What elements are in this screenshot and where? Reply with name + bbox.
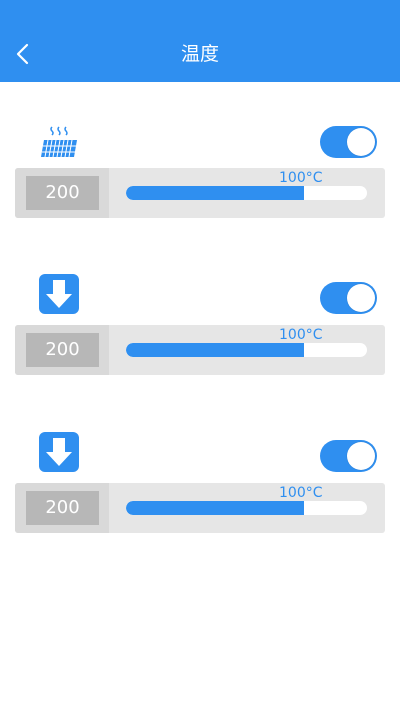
app-header: 温度: [0, 0, 400, 82]
slider-value-label: 100°C: [279, 170, 323, 186]
value-input[interactable]: 200: [26, 491, 99, 525]
temperature-slider[interactable]: [126, 343, 367, 357]
slider-fill: [126, 343, 305, 357]
temperature-panel-2: 200 100°C: [15, 325, 385, 375]
toggle-knob: [347, 128, 375, 156]
slider-fill: [126, 501, 305, 515]
value-area: 200: [15, 325, 109, 375]
slider-value-label: 100°C: [279, 485, 323, 501]
value-area: 200: [15, 483, 109, 533]
temperature-row-1: 200 100°C: [0, 124, 400, 234]
temperature-slider[interactable]: [126, 186, 367, 200]
temperature-row-2: 200 100°C: [0, 274, 400, 384]
page-title: 温度: [180, 43, 219, 65]
down-arrow-icon: [39, 432, 79, 472]
slider-fill: [126, 186, 305, 200]
toggle-knob: [347, 442, 375, 470]
heater-toggle[interactable]: [320, 126, 377, 158]
value-input[interactable]: 200: [26, 176, 99, 210]
toggle-knob: [347, 284, 375, 312]
toggle-switch-3[interactable]: [320, 440, 377, 472]
temperature-panel-3: 200 100°C: [15, 483, 385, 533]
temperature-row-3: 200 100°C: [0, 432, 400, 542]
down-arrow-icon: [39, 274, 79, 314]
temperature-slider[interactable]: [126, 501, 367, 515]
heater-icon: [39, 124, 79, 164]
value-input[interactable]: 200: [26, 333, 99, 367]
toggle-switch-2[interactable]: [320, 282, 377, 314]
temperature-panel-1: 200 100°C: [15, 168, 385, 218]
value-area: 200: [15, 168, 109, 218]
slider-value-label: 100°C: [279, 327, 323, 343]
